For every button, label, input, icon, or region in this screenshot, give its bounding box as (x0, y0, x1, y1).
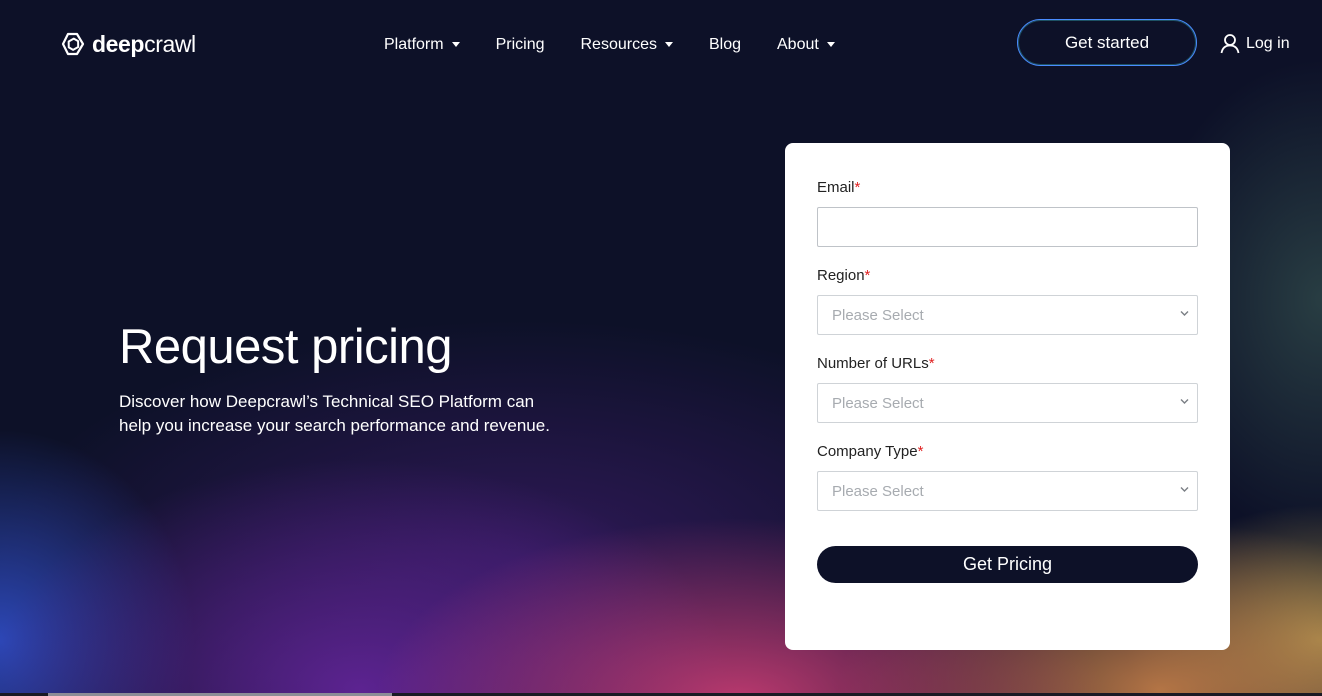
region-select[interactable]: Please Select (817, 295, 1198, 335)
login-link[interactable]: Log in (1220, 33, 1290, 54)
email-field[interactable] (817, 207, 1198, 247)
caret-down-icon (451, 41, 460, 47)
nav-blog[interactable]: Blog (709, 36, 741, 54)
urls-placeholder: Please Select (832, 395, 924, 412)
main-nav: Platform Pricing Resources Blog About (384, 33, 871, 57)
company-type-placeholder: Please Select (832, 483, 924, 500)
caret-down-icon (664, 41, 673, 47)
page-title: Request pricing (119, 320, 452, 374)
get-started-button[interactable]: Get started (1017, 19, 1197, 66)
region-placeholder: Please Select (832, 307, 924, 324)
nav-resources[interactable]: Resources (580, 36, 673, 54)
chevron-down-icon (1180, 487, 1189, 492)
site-logo[interactable]: deepcrawl (60, 30, 196, 58)
email-label: Email* (817, 179, 861, 196)
nav-blog-label: Blog (708, 36, 741, 53)
pricing-form: Email* Region* Please Select Number of U… (785, 143, 1230, 650)
deepcrawl-logo-icon (61, 32, 85, 56)
logo-wordmark: deepcrawl (92, 31, 196, 57)
chevron-down-icon (1180, 311, 1189, 316)
nav-pricing-label: Pricing (495, 36, 545, 53)
hero-description: Discover how Deepcrawl’s Technical SEO P… (119, 392, 550, 435)
urls-select[interactable]: Please Select (817, 383, 1198, 423)
site-header: deepcrawl Platform Pricing Resources Blo… (0, 0, 1322, 88)
nav-pricing[interactable]: Pricing (496, 36, 545, 54)
caret-down-icon (826, 41, 835, 47)
nav-about-label: About (777, 36, 819, 53)
nav-platform[interactable]: Platform (384, 36, 460, 54)
nav-resources-label: Resources (580, 36, 657, 53)
chevron-down-icon (1180, 399, 1189, 404)
nav-platform-label: Platform (384, 36, 444, 53)
urls-label: Number of URLs* (817, 355, 935, 372)
nav-about[interactable]: About (777, 36, 835, 54)
page: deepcrawl Platform Pricing Resources Blo… (0, 0, 1322, 696)
get-pricing-button[interactable]: Get Pricing (817, 546, 1198, 583)
region-label: Region* (817, 267, 871, 284)
company-type-label: Company Type* (817, 443, 924, 460)
login-label: Log in (1246, 34, 1290, 52)
user-icon (1220, 34, 1240, 54)
company-type-select[interactable]: Please Select (817, 471, 1198, 511)
